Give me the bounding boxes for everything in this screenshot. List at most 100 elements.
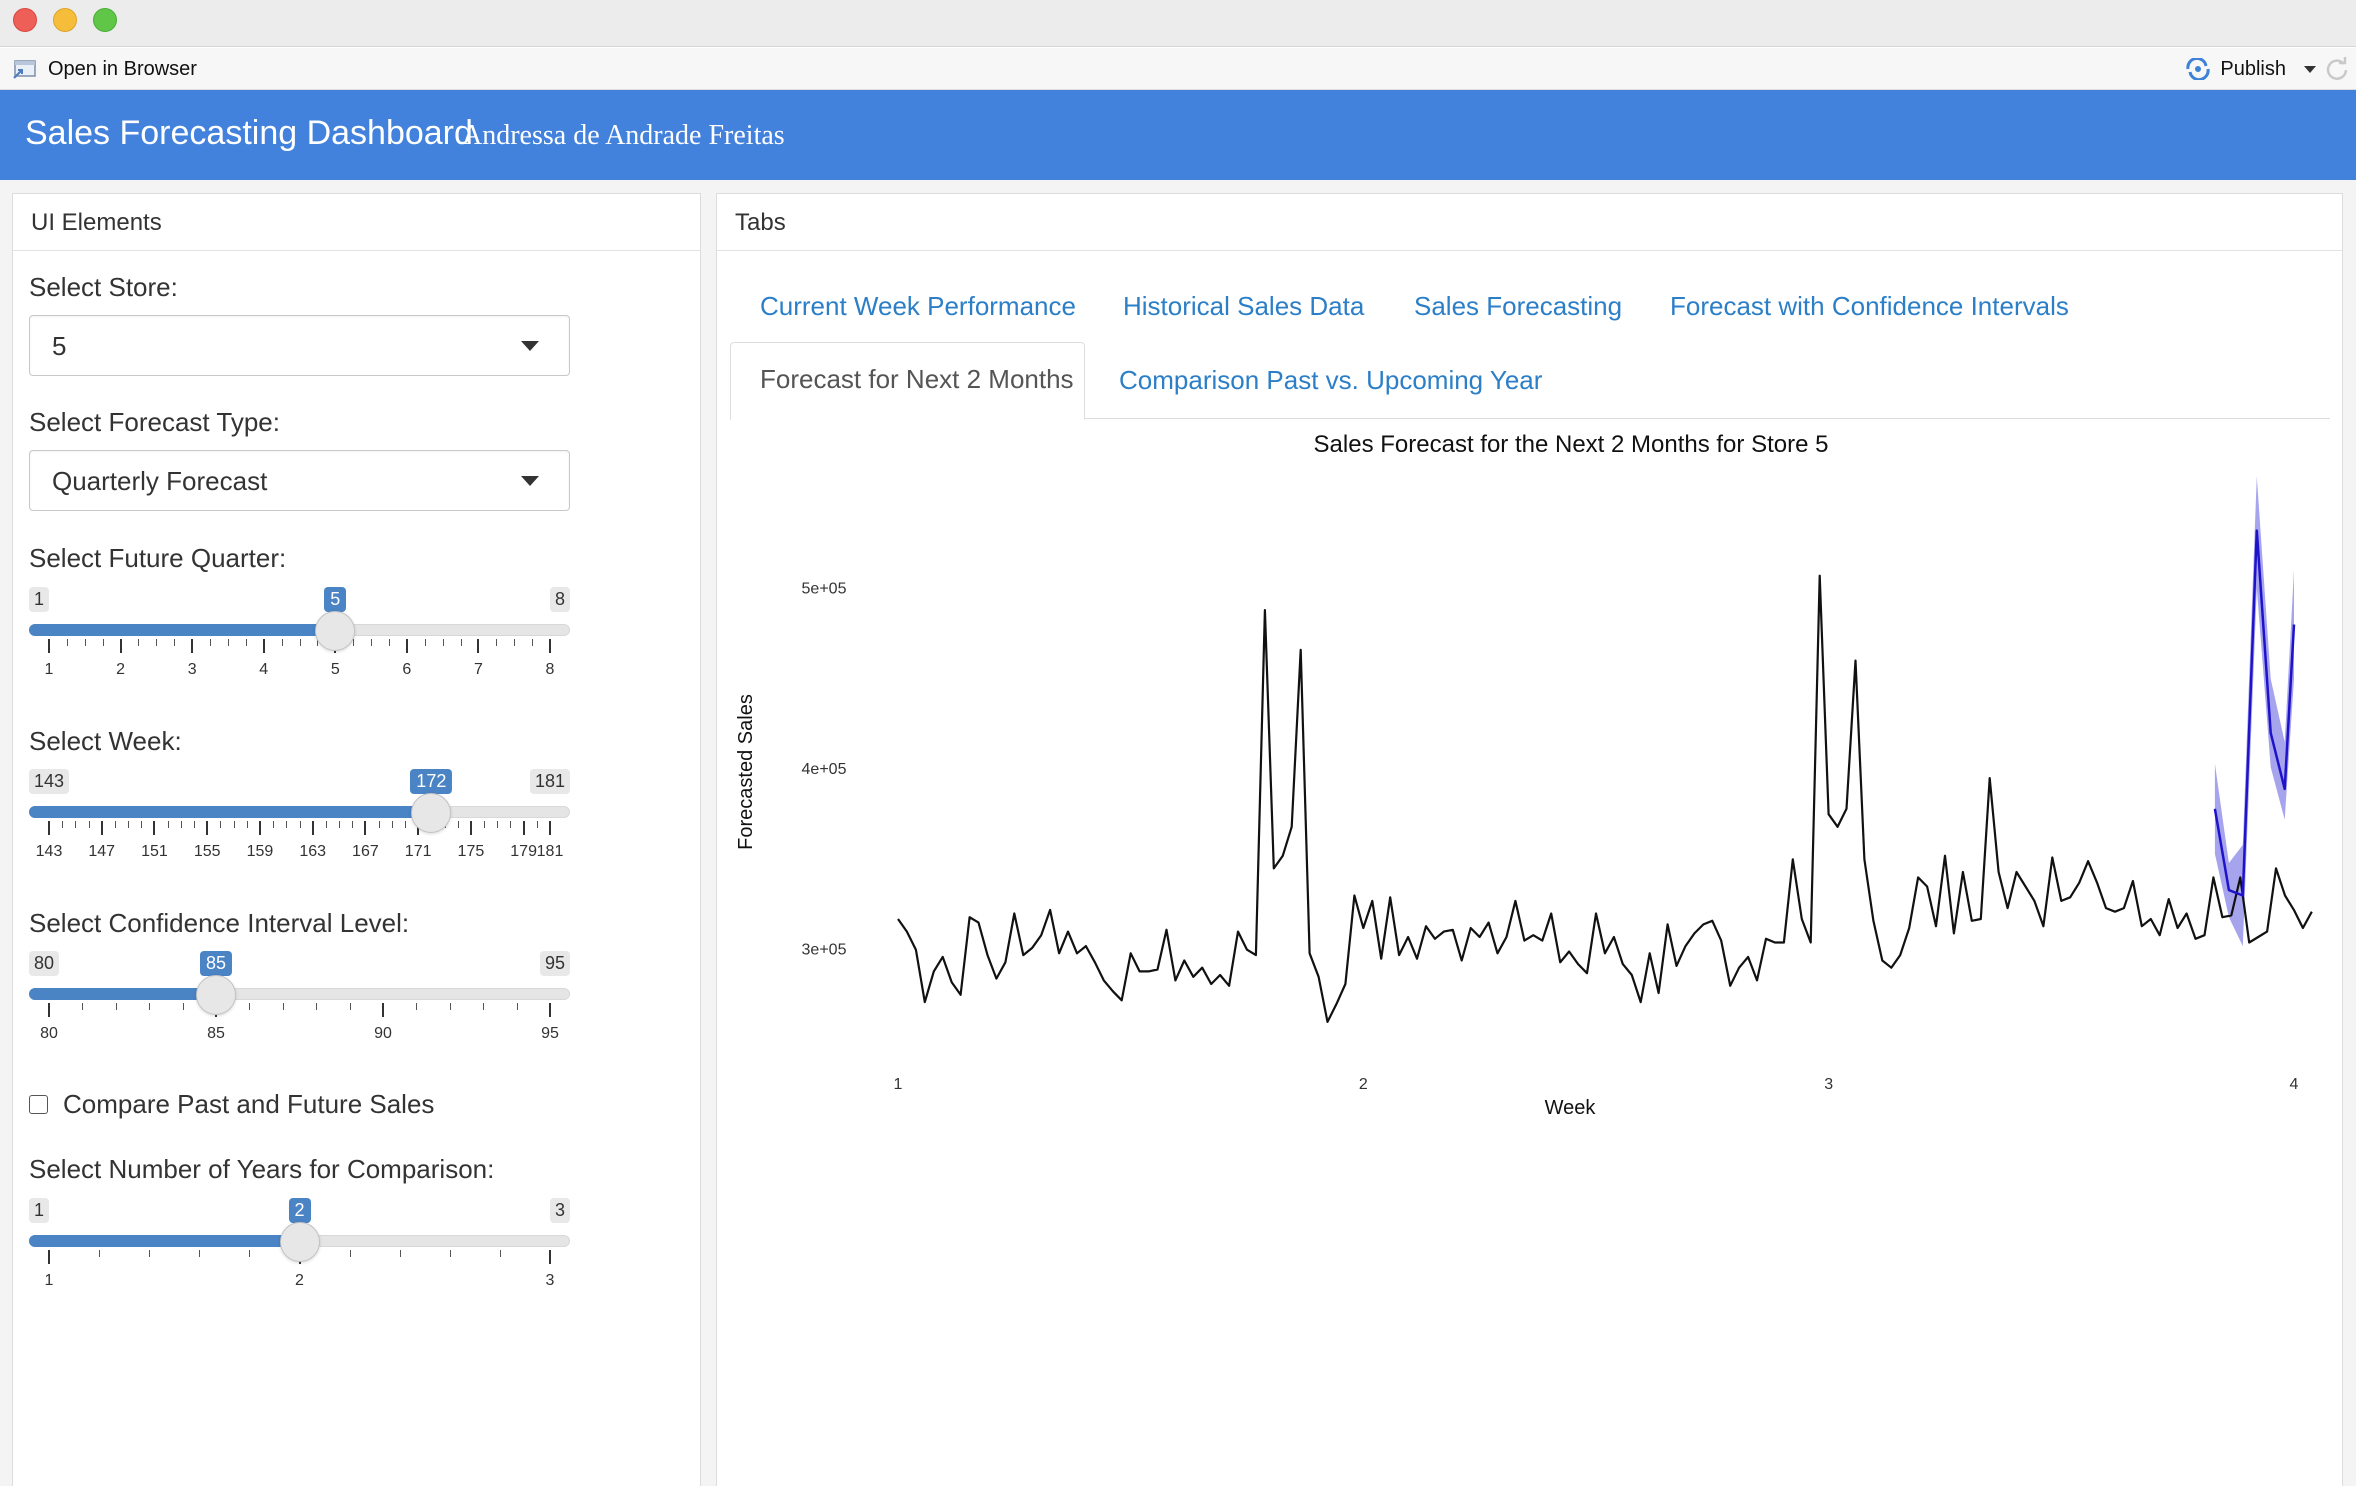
week-slider-tick-label: 143 — [35, 843, 63, 860]
confidence-slider-handle[interactable] — [196, 975, 236, 1015]
future-quarter-slider-minor-tick — [66, 639, 68, 646]
tab-sales-forecasting[interactable]: Sales Forecasting — [1414, 291, 1622, 322]
week-slider-minor-tick — [220, 821, 222, 828]
main-title: Tabs — [717, 194, 2342, 251]
week-slider-minor-tick — [404, 821, 406, 828]
years-slider-value-label: 2 — [288, 1198, 311, 1223]
tab-forecast-confidence-intervals[interactable]: Forecast with Confidence Intervals — [1670, 291, 2069, 322]
week-slider-minor-tick — [273, 821, 275, 828]
confidence-slider-minor-tick — [483, 1003, 485, 1010]
minimize-window-button[interactable] — [53, 8, 77, 32]
x-tick-label: 4 — [2290, 1076, 2299, 1093]
week-slider-min-label: 143 — [29, 769, 70, 794]
week-slider-minor-tick — [114, 821, 116, 828]
x-tick-label: 2 — [1359, 1076, 1368, 1093]
confidence-label: Select Confidence Interval Level: — [29, 908, 410, 938]
future-quarter-slider-tick — [477, 639, 480, 653]
app-title: Sales Forecasting Dashboard — [25, 114, 473, 152]
chevron-down-icon — [521, 476, 539, 486]
future-quarter-slider-max-label: 8 — [549, 587, 570, 612]
week-slider-minor-tick — [167, 821, 169, 828]
week-slider-minor-tick — [180, 821, 182, 828]
week-slider-fill — [29, 806, 432, 818]
week-slider-tick-label: 155 — [193, 843, 221, 860]
week-slider-tick-label: 151 — [141, 843, 168, 860]
years-slider-minor-tick — [99, 1250, 101, 1257]
future-quarter-slider-minor-tick — [514, 639, 516, 646]
future-quarter-slider[interactable]: 1 8 1 2 3 4 5 6 7 8 5 — [29, 587, 570, 717]
confidence-slider-ticks — [29, 1003, 570, 1019]
store-select[interactable]: 5 — [29, 315, 570, 376]
store-label: Select Store: — [29, 272, 178, 302]
app-author: Andressa de Andrade Freitas — [462, 120, 785, 151]
years-slider-tick — [549, 1250, 551, 1264]
week-slider-minor-tick — [128, 821, 130, 828]
future-quarter-slider-handle[interactable] — [315, 611, 356, 651]
future-quarter-slider-tick — [262, 639, 265, 653]
refresh-icon[interactable] — [2324, 56, 2350, 82]
open-in-browser-button[interactable]: Open in Browser — [12, 56, 197, 82]
future-quarter-slider-minor-tick — [84, 639, 86, 646]
compare-checkbox[interactable] — [29, 1095, 48, 1114]
week-slider-minor-tick — [194, 821, 196, 828]
confidence-slider[interactable]: 80 95 80 85 90 95 85 — [29, 951, 570, 1081]
sidebar-panel: UI Elements Select Store: 5 Select Forec… — [12, 193, 701, 1486]
week-slider-minor-tick — [457, 821, 459, 828]
week-slider-tick — [522, 821, 525, 835]
zoom-window-button[interactable] — [93, 8, 117, 32]
future-quarter-slider-minor-tick — [156, 639, 158, 646]
years-slider-minor-tick — [249, 1250, 251, 1257]
years-slider-tick-label: 1 — [44, 1272, 54, 1289]
years-slider-minor-tick — [149, 1250, 151, 1257]
tab-comparison-past-upcoming[interactable]: Comparison Past vs. Upcoming Year — [1119, 365, 1542, 396]
future-quarter-slider-minor-tick — [102, 639, 104, 646]
week-slider-tick — [258, 821, 261, 835]
confidence-slider-minor-tick — [182, 1003, 184, 1010]
week-slider-minor-tick — [88, 821, 90, 828]
week-slider-minor-tick — [339, 821, 341, 828]
week-slider-tick-label: 171 — [404, 843, 432, 860]
confidence-slider-tick-label: 85 — [207, 1025, 225, 1042]
week-slider-tick — [100, 821, 103, 835]
years-slider[interactable]: 1 3 1 2 3 2 — [29, 1198, 570, 1328]
confidence-slider-value-label: 85 — [199, 951, 233, 976]
forecast-type-label: Select Forecast Type: — [29, 407, 280, 437]
confidence-slider-tick-label: 90 — [374, 1025, 392, 1042]
years-slider-minor-tick — [449, 1250, 451, 1257]
x-tick-label: 1 — [894, 1076, 903, 1093]
future-quarter-slider-minor-tick — [532, 639, 534, 646]
tab-historical-sales-data[interactable]: Historical Sales Data — [1123, 291, 1364, 322]
week-slider-tick — [469, 821, 472, 835]
future-quarter-slider-min-label: 1 — [29, 587, 50, 612]
app-header: Sales Forecasting Dashboard Andressa de … — [0, 90, 2356, 180]
week-slider-tick — [364, 821, 367, 835]
future-quarter-slider-tick-label: 4 — [259, 661, 269, 678]
compare-checkbox-row[interactable]: Compare Past and Future Sales — [16, 1089, 434, 1120]
years-slider-tick-label: 3 — [545, 1272, 555, 1289]
y-tick-label: 5e+05 — [802, 580, 847, 597]
years-slider-max-label: 3 — [549, 1198, 570, 1223]
future-quarter-slider-minor-tick — [138, 639, 140, 646]
years-label: Select Number of Years for Comparison: — [29, 1154, 495, 1184]
tab-current-week-performance[interactable]: Current Week Performance — [760, 291, 1076, 322]
future-quarter-slider-tick — [48, 639, 50, 653]
years-slider-min-label: 1 — [29, 1198, 50, 1223]
publish-icon — [2186, 58, 2210, 80]
publish-button[interactable]: Publish — [2184, 56, 2316, 82]
week-slider-tick-label: 167 — [352, 843, 379, 860]
confidence-slider-min-label: 80 — [29, 951, 60, 976]
publish-label: Publish — [2220, 57, 2286, 80]
week-slider-handle[interactable] — [411, 793, 452, 833]
years-slider-fill — [29, 1235, 300, 1247]
publish-dropdown-icon[interactable] — [2304, 65, 2316, 73]
forecast-type-select[interactable]: Quarterly Forecast — [29, 450, 570, 511]
week-slider-minor-tick — [233, 821, 235, 828]
week-slider-ticks — [29, 821, 570, 837]
sidebar-title: UI Elements — [13, 194, 700, 251]
week-slider[interactable]: 143 181 143 147 151 155 159 163 167 171 175 179 181 1… — [29, 769, 570, 899]
future-quarter-slider-minor-tick — [442, 639, 444, 646]
close-window-button[interactable] — [13, 8, 37, 32]
confidence-slider-minor-tick — [349, 1003, 351, 1010]
years-slider-handle[interactable] — [279, 1222, 320, 1262]
forecast-chart: Sales Forecast for the Next 2 Months for… — [735, 431, 2313, 1119]
